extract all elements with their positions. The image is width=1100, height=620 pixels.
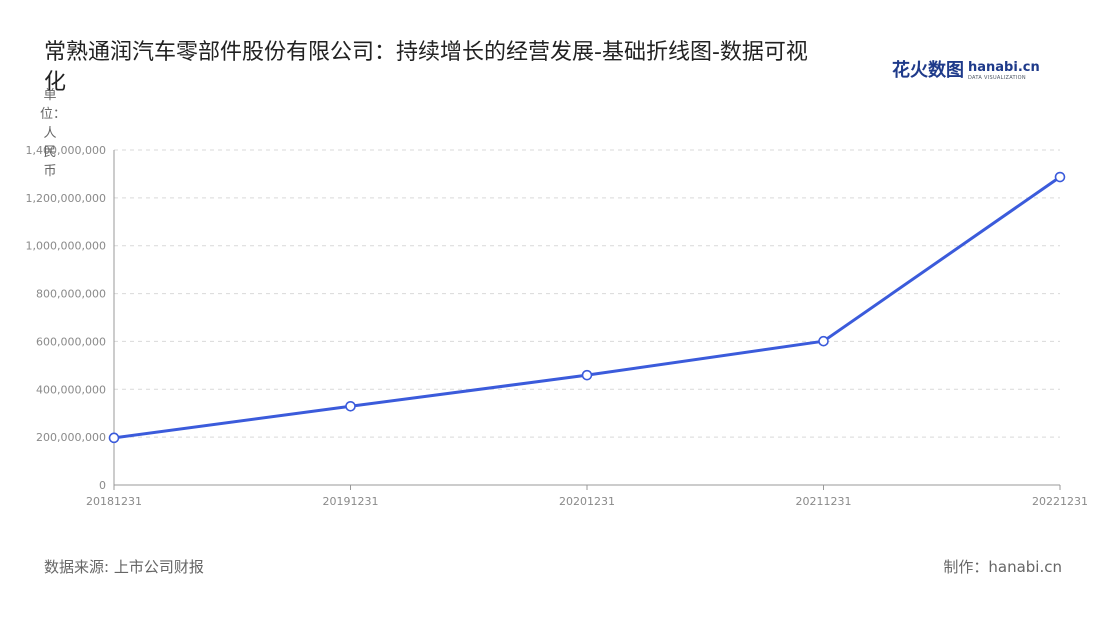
axes [113, 150, 1061, 490]
x-tick-label: 20221231 [1032, 495, 1088, 508]
x-tick-label: 20191231 [323, 495, 379, 508]
y-tick-label: 400,000,000 [36, 383, 106, 396]
y-tick-label: 1,000,000,000 [26, 240, 106, 253]
series-line-layer [112, 175, 1062, 440]
y-tick-label: 1,400,000,000 [26, 144, 106, 157]
y-tick-label: 200,000,000 [36, 431, 106, 444]
line-chart: 0 200,000,000 400,000,000 600,000,000 800,00… [26, 144, 1088, 508]
data-point[interactable] [818, 335, 829, 347]
grid-lines [114, 149, 1060, 438]
maker-credit: 制作：hanabi.cn [943, 558, 1062, 576]
y-tick-labels: 0 200,000,000 400,000,000 600,000,000 800,00… [26, 144, 106, 492]
chart-page: 常熟通润汽车零部件股份有限公司：持续增长的经营发展-基础折线图-数据可视化 花火… [0, 0, 1100, 620]
data-point[interactable] [1054, 171, 1066, 183]
data-points [108, 171, 1066, 444]
y-axis-unit-label: 单位：人民币 [40, 88, 67, 179]
series-line [112, 175, 1062, 440]
y-tick-label: 800,000,000 [36, 288, 106, 301]
y-tick-label: 600,000,000 [36, 335, 106, 348]
data-point[interactable] [108, 432, 120, 444]
data-source-note: 数据来源: 上市公司财报 [44, 558, 204, 576]
data-point[interactable] [345, 400, 356, 412]
x-tick-label: 20211231 [796, 495, 852, 508]
y-tick-label: 1,200,000,000 [26, 192, 106, 205]
x-tick-label: 20181231 [86, 495, 142, 508]
data-point[interactable] [581, 369, 593, 381]
x-tick-labels: 20181231 20191231 20201231 20211231 20221231 [86, 495, 1088, 508]
x-tick-label: 20201231 [559, 495, 615, 508]
y-tick-label: 0 [99, 479, 106, 492]
